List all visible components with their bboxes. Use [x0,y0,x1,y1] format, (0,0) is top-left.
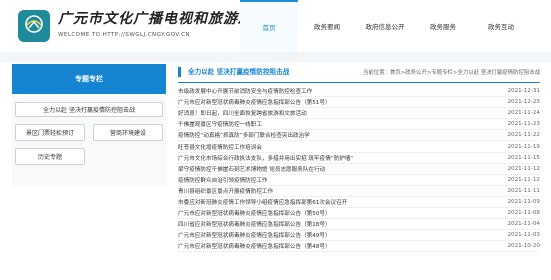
list-item-title[interactable]: 广元市应对新型冠状病毒肺炎疫情应急指挥部公告（第48号） [178,242,331,250]
sidebar-item-tickets[interactable]: 景区门票轻松预订 [15,124,85,141]
list-item-date: 2021-11-12 [507,165,540,172]
list-item-title[interactable]: 广元市文化市场综合行政执法支队，多措并用出实招 筑牢疫情“防护墙” [178,154,353,162]
list-item-title[interactable]: 千佛崖观景区守疫情防控一线职工 [178,120,262,128]
sidebar-item-business-environment[interactable]: 营商环境建设 [93,124,163,141]
main-nav: 首页 政务要闻 政府信息公开 政务服务 政务互动 [240,0,530,52]
list-item-date: 2021-12-31 [507,88,540,95]
logo-icon [25,15,43,33]
site-logo[interactable] [18,10,50,42]
list-item[interactable]: 广元市文化市场综合行政执法支队，多措并用出实招 筑牢疫情“防护墙” 2021-11… [178,153,540,164]
nav-interaction[interactable]: 政务互动 [472,0,530,52]
nav-services[interactable]: 政务服务 [414,0,472,52]
header-divider [0,52,551,62]
list-item[interactable]: 旺苍县文化增疫情防控工作培训会 2021-11-19 [178,141,540,153]
list-item-title[interactable]: 市委应对新冠肺炎疫情工作领导小组疫情应急指挥部第61次会议召开 [178,198,347,206]
list-item-title[interactable]: 广元市应对新型冠状病毒肺炎疫情应急指挥部公告（第50号） [178,209,331,217]
list-item-date: 2021-11-22 [507,132,540,139]
list-item-title[interactable]: 旺苍县文化增疫情防控工作培训会 [178,143,262,151]
nav-news[interactable]: 政务要闻 [298,0,356,52]
site-header: 广元市文化广播电视和旅游局 WELCOME TO HTTP://SWGLJ.CN… [0,0,551,52]
list-item-date: 2021-11-12 [507,176,540,183]
list-item-title[interactable]: 青川县组织景区景点开展疫情防控工作 [178,187,273,195]
content-header: 全力以赴 坚决打赢疫情防控阻击战 当前位置：首页>政务公开>专题专栏>全力以赴 … [178,64,540,83]
list-item[interactable]: 市委应对新冠肺炎疫情工作领导小组疫情应急指挥部第61次会议召开 2021-11-0… [178,197,540,209]
list-item-date: 2021-11-03 [507,232,540,239]
list-item-title[interactable]: 广元市应对新型冠状病毒肺炎疫情应急指挥部公告（第49号） [178,231,331,239]
news-list: 市级政发展中心开展节前消防安全与疫情防控检查工作 2021-12-31 广元市应对新… [178,86,540,253]
list-item-date: 2021-11-04 [507,221,540,228]
list-item[interactable]: 梁守疫情防控千佛崖石刻艺术博物馆 党员志愿服务队在行动 2021-11-12 [178,164,540,175]
sidebar-item-history[interactable]: 历史专题 [15,148,85,165]
list-item-title[interactable]: 疫情防控“动真格”抓真防”多部门联合检查突出政治学 [178,131,310,139]
list-item-date: 2021-11-24 [507,110,540,117]
list-item[interactable]: 青川县组织景区景点开展疫情防控工作 2021-11-11 [178,186,540,197]
list-item-date: 2021-12-23 [507,99,540,106]
sidebar: 全力以赴 坚决打赢疫情防控阻击战 景区门票轻松预订 营商环境建设 历史专题 [12,96,166,186]
list-item-title[interactable]: 梁守疫情防控千佛崖石刻艺术博物馆 党员志愿服务队在行动 [178,165,325,173]
list-item-title[interactable]: 广元市应对新型冠状病毒肺炎疫情应急指挥部公告（第51号） [178,98,331,106]
page-title: 全力以赴 坚决打赢疫情防控阻击战 [178,67,289,77]
list-item[interactable]: 广元市应对新型冠状病毒肺炎疫情应急指挥部公告（第49号） 2021-11-03 [178,230,540,242]
list-item-date: 2021-11-08 [507,210,540,217]
list-item-title[interactable]: 好消息！即日起，四川全面恢复跨省旅游和文旅活动 [178,109,307,117]
list-item-date: 2021-11-23 [507,121,540,128]
list-item-date: 2021-11-09 [507,198,540,205]
list-item-title[interactable]: 疫情防控群众自治引领疫情防控工作 [178,176,268,184]
list-item-date: 2021-10-20 [507,243,540,250]
sidebar-title: 专题专栏 [12,64,166,94]
list-item-date: 2021-11-15 [507,154,540,161]
list-item[interactable]: 广元市应对新型冠状病毒肺炎疫情应急指挥部公告（第51号） 2021-12-23 [178,97,540,109]
list-item-title[interactable]: 市级政发展中心开展节前消防安全与疫情防控检查工作 [178,87,312,95]
sidebar-item-epidemic[interactable]: 全力以赴 坚决打赢疫情防控阻击战 [15,102,163,117]
list-item[interactable]: 四川省应对新型冠状病毒肺炎疫情应急指挥部公告（第18号） 2021-11-04 [178,219,540,231]
list-item[interactable]: 市级政发展中心开展节前消防安全与疫情防控检查工作 2021-12-31 [178,86,540,98]
brand: 广元市文化广播电视和旅游局 WELCOME TO HTTP://SWGLJ.CN… [58,10,253,39]
list-item[interactable]: 疫情防控“动真格”抓真防”多部门联合检查突出政治学 2021-11-22 [178,130,540,142]
list-item[interactable]: 好消息！即日起，四川全面恢复跨省旅游和文旅活动 2021-11-24 [178,108,540,120]
nav-home[interactable]: 首页 [240,0,298,52]
site-title: 广元市文化广播电视和旅游局 [58,11,253,27]
nav-info-disclosure[interactable]: 政府信息公开 [356,0,414,52]
breadcrumb: 当前位置：首页>政务公开>专题专栏>全力以赴 坚决打赢疫情防控阻击战 [363,70,540,76]
list-item[interactable]: 广元市应对新型冠状病毒肺炎疫情应急指挥部公告（第50号） 2021-11-08 [178,208,540,220]
site-subtitle: WELCOME TO HTTP://SWGLJ.CNGY.GOV.CN [58,32,190,38]
list-item-date: 2021-11-19 [507,143,540,150]
list-item-title[interactable]: 四川省应对新型冠状病毒肺炎疫情应急指挥部公告（第18号） [178,220,331,228]
list-item-date: 2021-11-11 [507,187,540,194]
list-item[interactable]: 疫情防控群众自治引领疫情防控工作 2021-11-12 [178,175,540,186]
list-item[interactable]: 千佛崖观景区守疫情防控一线职工 2021-11-23 [178,119,540,131]
list-item[interactable]: 广元市应对新型冠状病毒肺炎疫情应急指挥部公告（第48号） 2021-10-20 [178,241,540,253]
